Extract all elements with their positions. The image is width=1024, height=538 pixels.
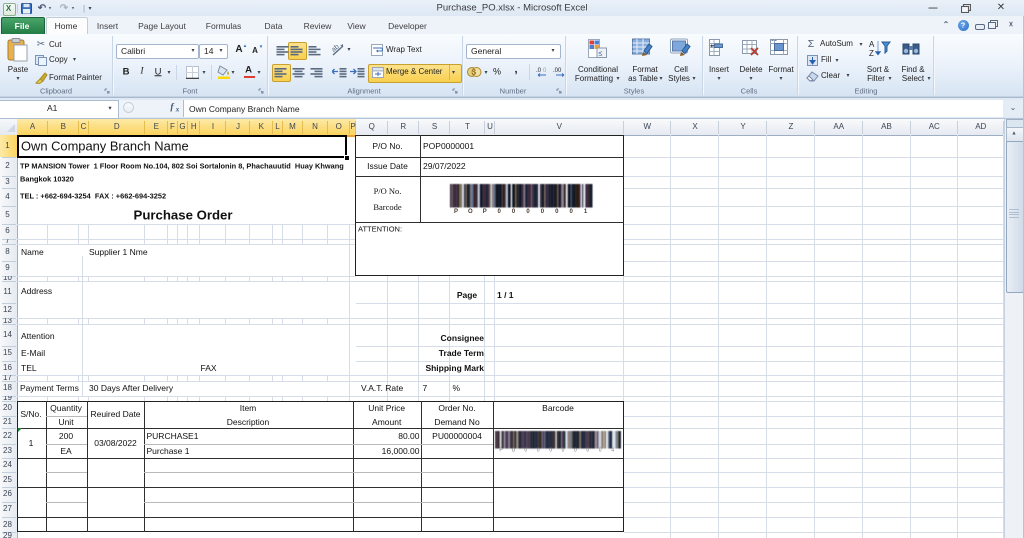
- svg-text:.00: .00: [553, 68, 562, 74]
- svg-text:0: 0: [543, 68, 547, 74]
- svg-text:ab: ab: [331, 43, 341, 53]
- svg-text:A: A: [869, 40, 875, 49]
- svg-text:Z: Z: [869, 49, 874, 57]
- svg-text:$: $: [472, 69, 476, 76]
- svg-text:.0: .0: [536, 68, 542, 74]
- svg-text:≤: ≤: [599, 51, 603, 58]
